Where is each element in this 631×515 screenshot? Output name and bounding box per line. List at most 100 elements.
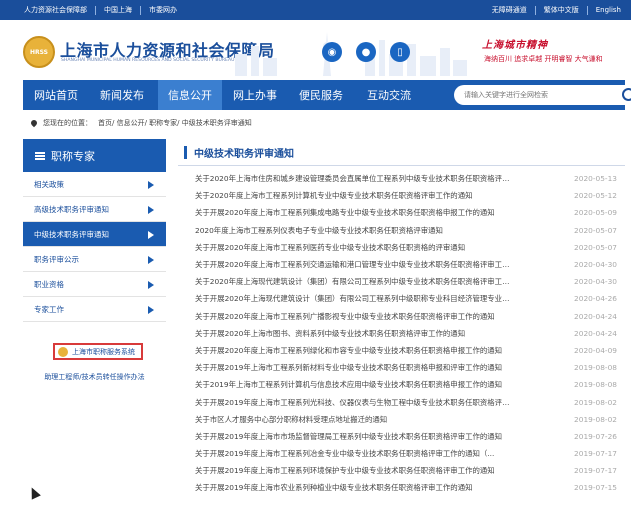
mobile-icon[interactable]: ▯ xyxy=(390,42,410,62)
breadcrumb-path[interactable]: 首页/ 信息公开/ 职称专家/ 中级技术职务评审通知 xyxy=(98,118,252,128)
transfer-guide-link[interactable]: 助理工程师/技术员转任操作办法 xyxy=(23,372,166,382)
notice-date: 2019-08-08 xyxy=(574,363,617,373)
notice-row[interactable]: 关于开展2019年度上海市工程系列冶金专业中级专业技术职务任职资格评审工作的通知… xyxy=(178,445,625,462)
sidebar-item-qualifications[interactable]: 职业资格 xyxy=(23,272,166,297)
notice-date: 2019-08-02 xyxy=(574,414,617,424)
notice-row[interactable]: 关于2020年度上海市工程系列计算机专业中级专业技术职务任职资格评审工作的通知 2… xyxy=(178,187,625,204)
notice-title-link[interactable]: 关于2020年度上海市工程系列计算机专业中级专业技术职务任职资格评审工作的通知 xyxy=(195,190,513,201)
notice-title-link[interactable]: 关于开展2019年度上海市工程系列冶金专业中级专业技术职务任职资格评审工作的通知… xyxy=(195,448,513,459)
title-service-system-badge[interactable]: 上海市职称服务系统 xyxy=(53,343,143,360)
notice-date: 2020-05-07 xyxy=(574,242,617,252)
sidebar-item-label: 职业资格 xyxy=(34,279,64,289)
location-pin-icon xyxy=(29,118,39,128)
link-mohrss[interactable]: 人力资源社会保障部 xyxy=(24,5,87,15)
notice-row[interactable]: 关于市区人才服务中心部分职称材料受理点地址搬迁的通知 2019-08-02 xyxy=(178,411,625,428)
notice-title-link[interactable]: 关于开展2020年上海市图书、资料系列中级专业技术职务任职资格评审工作的通知 xyxy=(195,328,513,339)
notice-title-link[interactable]: 关于开展2019年上海市工程系列新材料专业中级专业技术职务任职资格申报和评审工作… xyxy=(195,362,513,373)
notice-row[interactable]: 关于开展2020年上海市图书、资料系列中级专业技术职务任职资格评审工作的通知 20… xyxy=(178,325,625,342)
nav-info-disclosure[interactable]: 信息公开 xyxy=(158,80,222,110)
link-cac[interactable]: 市委网办 xyxy=(149,5,177,15)
link-accessibility[interactable]: 无障碍通道 xyxy=(492,5,527,15)
content-title: 中级技术职务评审通知 xyxy=(194,149,294,160)
notice-title-link[interactable]: 关于开展2020年度上海市工程系列集成电路专业中级专业技术职务任职资格申报工作的… xyxy=(195,207,513,218)
notice-date: 2019-07-17 xyxy=(574,466,617,476)
notice-title-link[interactable]: 关于开展2019年度上海市工程系列环境保护专业中级专业技术职务任职资格评审工作的… xyxy=(195,465,513,476)
notice-title-link[interactable]: 关于开展2019年度上海市农业系列种植业中级专业技术职务任职资格评审工作的通知 xyxy=(195,482,513,493)
chevron-right-icon xyxy=(148,231,154,239)
breadcrumb-label: 您现在的位置： xyxy=(43,119,92,127)
link-traditional-chinese[interactable]: 繁体中文版 xyxy=(544,5,579,15)
sidebar-item-review-notice[interactable]: 职务评审公示 xyxy=(23,247,166,272)
weibo-icon[interactable]: ◉ xyxy=(322,42,342,62)
notice-title-link[interactable]: 关于开展2020年度上海市工程系列医药专业中级专业技术职务任职资格的评审通知 xyxy=(195,242,513,253)
notice-row[interactable]: 关于2020年度上海现代建筑设计（集团）有限公司工程系列中级专业技术职务任职资格… xyxy=(178,273,625,290)
title-accent-bar xyxy=(184,146,187,159)
sidebar-item-label: 中级技术职务评审通知 xyxy=(34,229,109,239)
breadcrumb: 您现在的位置： 首页/ 信息公开/ 职称专家/ 中级技术职务评审通知 xyxy=(29,117,252,129)
chevron-right-icon xyxy=(148,206,154,214)
notice-row[interactable]: 关于开展2019年度上海市农业系列种植业中级专业技术职务任职资格评审工作的通知 2… xyxy=(178,479,625,496)
notice-row[interactable]: 关于开展2019年度上海市工程系列环境保护专业中级专业技术职务任职资格评审工作的… xyxy=(178,462,625,479)
notice-title-link[interactable]: 关于开展2019年度上海市市场监督管理局工程系列中级专业技术职务任职资格评审工作… xyxy=(195,431,513,442)
notice-title-link[interactable]: 2020年度上海市工程系列仪表电子专业中级专业技术职务任职资格评审通知 xyxy=(195,225,513,236)
topbar-left-links: 人力资源社会保障部 中国上海 市委网办 xyxy=(24,0,177,20)
logo-text: HRSS xyxy=(29,48,48,56)
divider xyxy=(140,5,141,15)
notice-title-link[interactable]: 关于开展2019年度上海市工程系列光科技、仪器仪表与生物工程中级专业技术职务任职… xyxy=(195,397,513,408)
mouse-cursor-icon xyxy=(27,485,41,500)
notice-title-link[interactable]: 关于开展2020年度上海市工程系列广播影视专业中级专业技术职务任职资格评审工作的… xyxy=(195,311,513,322)
notice-title-link[interactable]: 关于开展2020年度上海市工程系列绿化和市容专业中级专业技术职务任职资格申报工作… xyxy=(195,345,513,356)
notice-title-link[interactable]: 关于2020年度上海现代建筑设计（集团）有限公司工程系列中级专业技术职务任职资格… xyxy=(195,276,513,287)
wechat-icon[interactable]: ● xyxy=(356,42,376,62)
notice-list: 关于2020年上海市住房和城乡建设管理委员会直属单位工程系列中级专业技术职务任职… xyxy=(178,170,625,497)
divider xyxy=(534,5,536,15)
sidebar-item-intermediate-review[interactable]: 中级技术职务评审通知 xyxy=(23,222,166,247)
sidebar-item-policies[interactable]: 相关政策 xyxy=(23,172,166,197)
bureau-logo[interactable]: HRSS xyxy=(23,36,55,68)
nav-news[interactable]: 新闻发布 xyxy=(89,80,155,110)
nav-interaction[interactable]: 互动交流 xyxy=(354,80,424,110)
notice-title-link[interactable]: 关于市区人才服务中心部分职称材料受理点地址搬迁的通知 xyxy=(195,414,513,425)
notice-row[interactable]: 关于开展2019年上海市工程系列新材料专业中级专业技术职务任职资格申报和评审工作… xyxy=(178,359,625,376)
notice-date: 2019-07-15 xyxy=(574,483,617,493)
sidebar-item-senior-review[interactable]: 高级技术职务评审通知 xyxy=(23,197,166,222)
nav-convenience[interactable]: 便民服务 xyxy=(288,80,354,110)
notice-title-link[interactable]: 关于2020年上海市住房和城乡建设管理委员会直属单位工程系列中级专业技术职务任职… xyxy=(195,173,513,184)
sidebar-title-text: 职称专家 xyxy=(51,149,95,163)
site-subtitle: SHANGHAI MUNICIPAL HUMAN RESOURCES AND S… xyxy=(61,58,235,63)
skyline-illustration xyxy=(235,32,467,76)
notice-row[interactable]: 关于开展2020年度上海市工程系列广播影视专业中级专业技术职务任职资格评审工作的… xyxy=(178,308,625,325)
link-english[interactable]: English xyxy=(596,6,621,14)
notice-row[interactable]: 2020年度上海市工程系列仪表电子专业中级专业技术职务任职资格评审通知 2020-… xyxy=(178,222,625,239)
notice-row[interactable]: 关于2019年上海市工程系列计算机与信息技术应用中级专业技术职务任职资格申报工作… xyxy=(178,376,625,393)
notice-title-link[interactable]: 关于开展2020年度上海市工程系列交通运输和港口管理专业中级专业技术职务任职资格… xyxy=(195,259,513,270)
notice-row[interactable]: 关于开展2019年度上海市工程系列光科技、仪器仪表与生物工程中级专业技术职务任职… xyxy=(178,393,625,410)
chevron-right-icon xyxy=(148,256,154,264)
notice-row[interactable]: 关于开展2020年度上海市工程系列医药专业中级专业技术职务任职资格的评审通知 20… xyxy=(178,239,625,256)
main-nav: 网站首页 新闻发布 信息公开 网上办事 便民服务 互动交流 xyxy=(23,80,631,110)
search-icon[interactable] xyxy=(622,88,631,101)
notice-row[interactable]: 关于开展2020年度上海市工程系列交通运输和港口管理专业中级专业技术职务任职资格… xyxy=(178,256,625,273)
nav-online-services[interactable]: 网上办事 xyxy=(222,80,288,110)
notice-date: 2020-04-24 xyxy=(574,328,617,338)
notice-row[interactable]: 关于2020年上海市住房和城乡建设管理委员会直属单位工程系列中级专业技术职务任职… xyxy=(178,170,625,187)
sidebar-item-expert-work[interactable]: 专家工作 xyxy=(23,297,166,322)
site-header: HRSS 上海市人力资源和社会保障局 SHANGHAI MUNICIPAL HU… xyxy=(0,20,631,80)
divider xyxy=(586,5,588,15)
notice-title-link[interactable]: 关于开展2020年上海现代建筑设计（集团）有限公司工程系列中级职称专业科目经济管… xyxy=(195,293,513,304)
notice-row[interactable]: 关于开展2020年度上海市工程系列集成电路专业中级专业技术职务任职资格申报工作的… xyxy=(178,204,625,221)
city-spirit-text: 海纳百川 追求卓越 开明睿智 大气谦和 xyxy=(484,55,603,63)
notice-row[interactable]: 关于开展2020年度上海市工程系列绿化和市容专业中级专业技术职务任职资格申报工作… xyxy=(178,342,625,359)
link-shanghai-china[interactable]: 中国上海 xyxy=(104,5,132,15)
nav-home[interactable]: 网站首页 xyxy=(23,80,89,110)
content-header: 中级技术职务评审通知 xyxy=(178,139,625,166)
notice-row[interactable]: 关于开展2019年度上海市市场监督管理局工程系列中级专业技术职务任职资格评审工作… xyxy=(178,428,625,445)
notice-title-link[interactable]: 关于2019年上海市工程系列计算机与信息技术应用中级专业技术职务任职资格申报工作… xyxy=(195,379,513,390)
sidebar-item-label: 职务评审公示 xyxy=(34,254,79,264)
notice-row[interactable]: 关于开展2020年上海现代建筑设计（集团）有限公司工程系列中级职称专业科目经济管… xyxy=(178,290,625,307)
sidebar-title: 职称专家 xyxy=(23,139,166,172)
notice-date: 2020-05-09 xyxy=(574,208,617,218)
search-input[interactable] xyxy=(464,88,614,102)
notice-date: 2019-08-08 xyxy=(574,380,617,390)
notice-date: 2020-04-26 xyxy=(574,294,617,304)
